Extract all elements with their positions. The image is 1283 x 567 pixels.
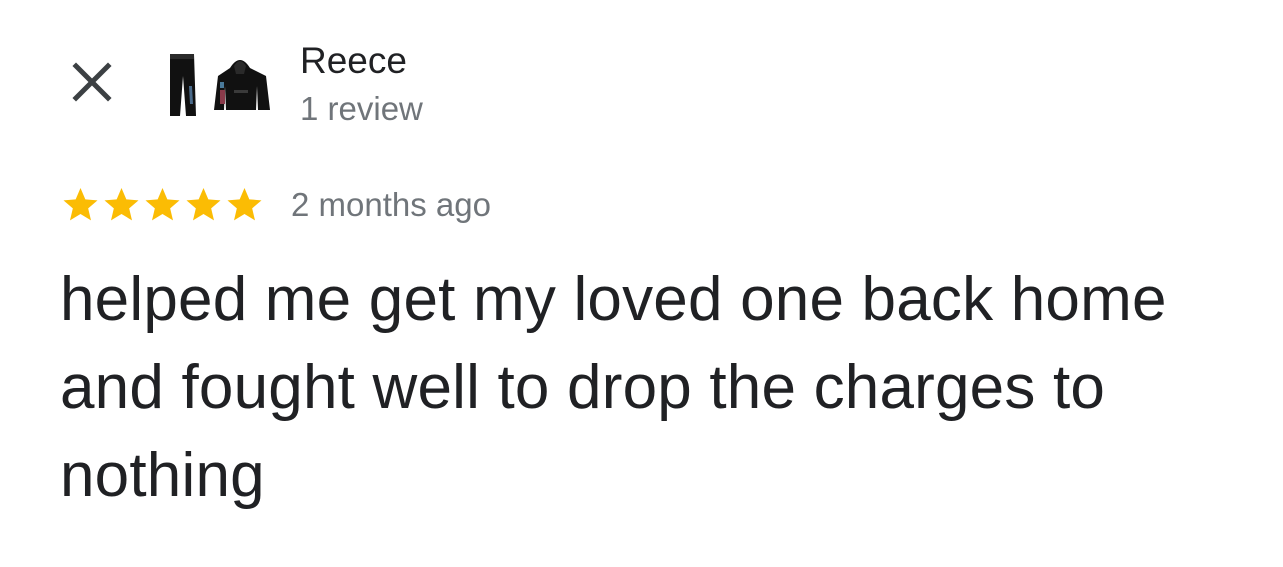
review-date: 2 months ago bbox=[291, 186, 491, 223]
star-icon bbox=[186, 188, 221, 221]
review-text: helped me get my loved one back home and… bbox=[60, 265, 1167, 510]
star-icon bbox=[104, 188, 139, 221]
avatar[interactable] bbox=[158, 46, 278, 120]
close-button[interactable] bbox=[66, 56, 118, 108]
clothing-avatar-icon bbox=[170, 54, 270, 116]
star-icon bbox=[227, 188, 262, 221]
review-card: Reece 1 review 2 months ago helped me ge… bbox=[0, 0, 1283, 567]
close-icon bbox=[72, 62, 112, 102]
star-icon bbox=[63, 188, 98, 221]
reviewer-review-count: 1 review bbox=[300, 90, 423, 127]
star-rating bbox=[60, 185, 265, 225]
reviewer-name[interactable]: Reece bbox=[300, 40, 407, 82]
star-icon bbox=[145, 188, 180, 221]
rating-row: 2 months ago bbox=[60, 183, 491, 227]
